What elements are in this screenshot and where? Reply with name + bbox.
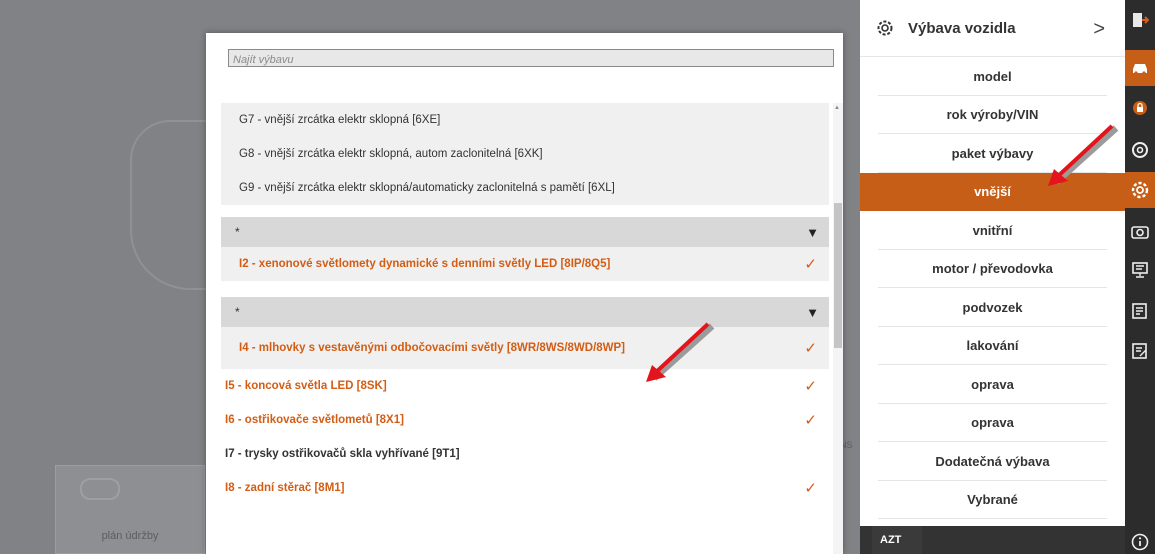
checkmark-icon: ✓: [804, 378, 817, 395]
item-label: G9 - vnější zrcátka elektr sklopná/autom…: [239, 182, 615, 194]
equipment-search-input[interactable]: [229, 52, 833, 68]
side-toolbar: [1125, 0, 1155, 554]
info-icon[interactable]: [1125, 524, 1155, 554]
car-icon[interactable]: [1125, 50, 1155, 86]
list-item[interactable]: G7 - vnější zrcátka elektr sklopná [6XE]: [221, 103, 829, 137]
checkmark-icon: ✓: [804, 256, 817, 273]
vehicle-equipment-panel: Výbava vozidla > model rok výroby/VIN pake…: [860, 0, 1125, 554]
item-label: G8 - vnější zrcátka elektr sklopná, auto…: [239, 148, 543, 160]
panel-header[interactable]: Výbava vozidla >: [860, 0, 1125, 57]
gear-icon: [877, 20, 893, 36]
group-header[interactable]: * ▼: [221, 297, 829, 327]
equipment-list: G7 - vnější zrcátka elektr sklopná [6XE]…: [221, 103, 829, 554]
item-label: I8 - zadní stěrač [8M1]: [225, 482, 345, 494]
menu-item-lakov-n-[interactable]: lakování: [860, 327, 1125, 366]
chevron-right-icon[interactable]: >: [1093, 18, 1105, 41]
menu-item-paket-v-bavy[interactable]: paket výbavy: [860, 134, 1125, 173]
list-item-selected[interactable]: I5 - koncová světla LED [8SK] ✓: [221, 369, 829, 403]
equipment-group: I2 - xenonové světlomety dynamické s den…: [221, 247, 829, 281]
equipment-group: I4 - mlhovky s vestavěnými odbočovacími …: [221, 327, 829, 369]
item-label: I5 - koncová světla LED [8SK]: [225, 380, 387, 392]
group-header-label: *: [235, 225, 240, 239]
item-label: I7 - trysky ostřikovačů skla vyhřívané […: [225, 448, 460, 460]
list-scrollbar[interactable]: ▲: [833, 103, 843, 554]
menu-item-oprava[interactable]: oprava: [860, 365, 1125, 404]
item-label: I2 - xenonové světlomety dynamické s den…: [239, 258, 611, 270]
item-label: G7 - vnější zrcátka elektr sklopná [6XE]: [239, 114, 441, 126]
report-icon[interactable]: [1125, 293, 1155, 329]
menu-item-dodate-n-v-bava[interactable]: Dodatečná výbava: [860, 442, 1125, 481]
list-item-selected[interactable]: I4 - mlhovky s vestavěnými odbočovacími …: [221, 327, 829, 369]
checkmark-icon: ✓: [804, 340, 817, 357]
checkmark-icon: ✓: [804, 412, 817, 429]
edit-list-icon[interactable]: [1125, 333, 1155, 369]
gear-icon[interactable]: [1125, 172, 1155, 208]
group-header-label: *: [235, 305, 240, 319]
item-label: I6 - ostřikovače světlometů [8X1]: [225, 414, 404, 426]
group-header[interactable]: * ▼: [221, 217, 829, 247]
maintenance-icon: [80, 478, 120, 500]
list-item-selected[interactable]: I8 - zadní stěrač [8M1] ✓: [221, 471, 829, 505]
maintenance-plan-label: plán údržby: [101, 530, 159, 542]
equipment-list-ungrouped: I5 - koncová světla LED [8SK] ✓ I6 - ost…: [221, 369, 829, 505]
azt-button[interactable]: AZT: [872, 526, 922, 554]
menu-item-oprava[interactable]: oprava: [860, 404, 1125, 443]
camera-icon[interactable]: [1125, 214, 1155, 250]
menu-item-podvozek[interactable]: podvozek: [860, 288, 1125, 327]
equipment-group-top: G7 - vnější zrcátka elektr sklopná [6XE]…: [221, 103, 829, 205]
menu-item-vybran-[interactable]: Vybrané: [860, 481, 1125, 520]
background-strip-text: NS: [840, 440, 853, 450]
list-item-selected[interactable]: I6 - ostřikovače světlometů [8X1] ✓: [221, 403, 829, 437]
menu-item-motor-p-evodovka[interactable]: motor / převodovka: [860, 250, 1125, 289]
equipment-menu: model rok výroby/VIN paket výbavy vnější vni…: [860, 57, 1125, 554]
list-item[interactable]: G9 - vnější zrcátka elektr sklopná/autom…: [221, 171, 829, 205]
equipment-modal: G7 - vnější zrcátka elektr sklopná [6XE]…: [206, 33, 843, 554]
menu-item-vn-j-[interactable]: vnější: [860, 172, 1125, 211]
search-target-icon[interactable]: [1125, 132, 1155, 168]
panel-title: Výbava vozidla: [908, 19, 1016, 37]
menu-item-model[interactable]: model: [860, 57, 1125, 96]
scrollbar-thumb[interactable]: [834, 203, 842, 348]
list-item-selected[interactable]: I2 - xenonové světlomety dynamické s den…: [221, 247, 829, 281]
panel-footer: AZT: [860, 526, 1125, 554]
menu-item-vnit-n-[interactable]: vnitřní: [860, 211, 1125, 250]
logout-icon[interactable]: [1125, 2, 1155, 38]
item-label: I4 - mlhovky s vestavěnými odbočovacími …: [239, 342, 626, 354]
collapse-triangle-icon[interactable]: ▼: [806, 305, 819, 320]
search-field-wrapper: [228, 49, 834, 68]
menu-item-rok-v-roby-vin[interactable]: rok výroby/VIN: [860, 96, 1125, 135]
scroll-up-icon[interactable]: ▲: [834, 105, 840, 111]
monitor-icon[interactable]: [1125, 252, 1155, 288]
lock-icon[interactable]: [1125, 90, 1155, 126]
collapse-triangle-icon[interactable]: ▼: [806, 225, 819, 240]
checkmark-icon: ✓: [804, 480, 817, 497]
list-item[interactable]: G8 - vnější zrcátka elektr sklopná, auto…: [221, 137, 829, 171]
list-item[interactable]: I7 - trysky ostřikovačů skla vyhřívané […: [221, 437, 829, 471]
